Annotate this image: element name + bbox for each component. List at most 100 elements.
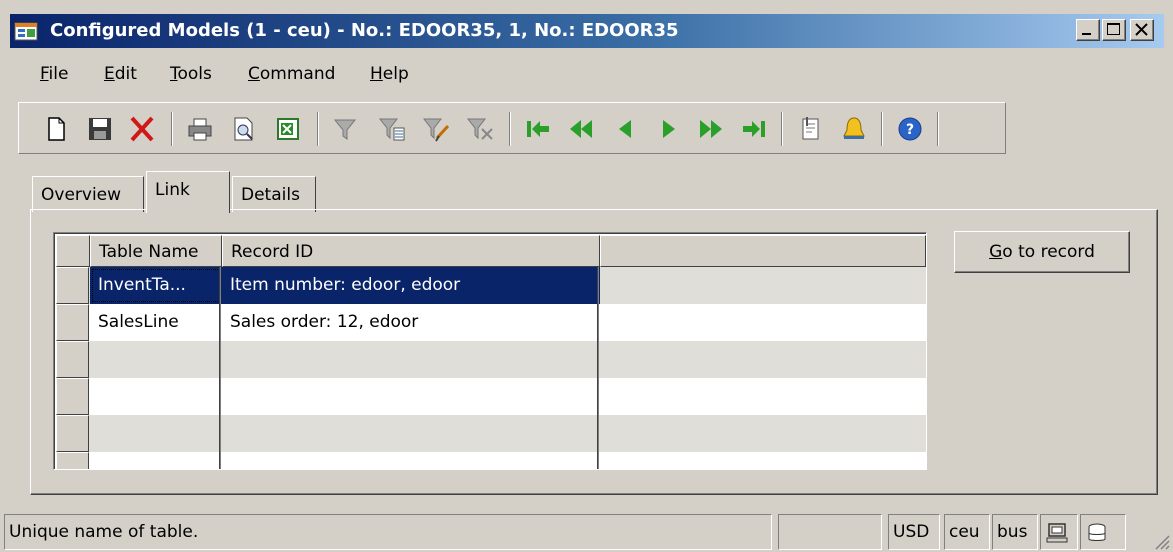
go-to-record-mnemonic: G xyxy=(989,242,1003,262)
cell-table-name[interactable] xyxy=(90,378,222,415)
print-preview-icon[interactable] xyxy=(229,114,259,144)
close-icon xyxy=(1135,23,1148,36)
toolbar-separator xyxy=(509,112,511,146)
menu-command-label: ommand xyxy=(259,64,336,84)
go-to-record-label: o to record xyxy=(1002,242,1095,262)
row-selector[interactable] xyxy=(56,452,89,469)
menu-bar: File Edit Tools Command Help xyxy=(0,58,1173,94)
minimize-button[interactable] xyxy=(1076,19,1100,41)
row-selector[interactable] xyxy=(56,415,89,452)
titlebar-gradient[interactable]: Configured Models (1 - ceu) - No.: EDOOR… xyxy=(10,14,1164,48)
menu-help-label: elp xyxy=(382,64,409,84)
maximize-icon xyxy=(1107,23,1120,35)
status-online-users[interactable] xyxy=(1040,514,1078,550)
attachments-icon[interactable] xyxy=(795,114,825,144)
previous-page-icon[interactable] xyxy=(567,114,597,144)
menu-command[interactable]: Command xyxy=(248,64,335,84)
status-layer: bus xyxy=(992,514,1038,550)
app-form-icon xyxy=(14,22,38,41)
online-users-icon xyxy=(1046,523,1068,543)
table-row[interactable] xyxy=(56,341,926,378)
row-selector[interactable] xyxy=(56,341,89,378)
status-empty-panel xyxy=(778,514,882,550)
save-icon[interactable] xyxy=(85,114,115,144)
toolbar-separator xyxy=(881,112,883,146)
grid-header: Table Name Record ID xyxy=(56,235,926,267)
new-icon[interactable] xyxy=(41,114,71,144)
status-message: Unique name of table. xyxy=(4,514,772,550)
column-header-label: Table Name xyxy=(99,242,199,262)
status-currency[interactable]: USD xyxy=(888,514,940,550)
menu-edit-mnemonic: E xyxy=(104,64,115,84)
column-header-record-id[interactable]: Record ID xyxy=(222,235,600,267)
table-row[interactable]: SalesLine Sales order: 12, edoor xyxy=(56,304,926,341)
menu-help-mnemonic: H xyxy=(370,64,383,84)
help-icon[interactable]: ? xyxy=(895,114,925,144)
tab-link-label: Link xyxy=(155,180,190,200)
toolbar-separator xyxy=(781,112,783,146)
row-selector[interactable] xyxy=(56,304,89,341)
close-button[interactable] xyxy=(1130,19,1154,41)
table-row[interactable]: InventTa... Item number: edoor, edoor xyxy=(56,267,926,304)
export-excel-icon[interactable] xyxy=(273,114,303,144)
column-divider xyxy=(597,267,599,469)
cell-record-id[interactable] xyxy=(222,378,600,415)
status-database[interactable] xyxy=(1080,514,1126,550)
next-record-icon[interactable] xyxy=(653,114,683,144)
cell-record-id[interactable]: Sales order: 12, edoor xyxy=(222,304,600,341)
menu-edit[interactable]: Edit xyxy=(104,64,137,84)
filter-icon[interactable] xyxy=(331,114,361,144)
cell-table-name[interactable] xyxy=(90,341,222,378)
print-icon[interactable] xyxy=(185,114,215,144)
cell-table-name[interactable]: InventTa... xyxy=(90,267,222,304)
first-record-icon[interactable] xyxy=(523,114,553,144)
menu-file-mnemonic: F xyxy=(40,64,49,84)
column-header-table-name[interactable]: Table Name xyxy=(90,235,222,267)
cell-record-id[interactable] xyxy=(222,415,600,452)
advanced-filter-icon[interactable] xyxy=(421,114,451,144)
grid-corner-header[interactable] xyxy=(56,235,90,267)
toolbar: ? xyxy=(18,102,1006,154)
cell-table-name[interactable] xyxy=(90,452,222,469)
toolbar-separator xyxy=(937,112,939,146)
tab-overview[interactable]: Overview xyxy=(32,176,144,212)
cell-record-id[interactable] xyxy=(222,341,600,378)
link-grid[interactable]: Table Name Record ID InventTa... Item nu… xyxy=(53,232,927,470)
resize-grip-icon[interactable] xyxy=(1150,532,1170,550)
alert-icon[interactable] xyxy=(839,114,869,144)
row-selector[interactable] xyxy=(56,267,89,304)
menu-tools-mnemonic: T xyxy=(170,64,178,84)
menu-tools-label: ools xyxy=(177,64,212,84)
delete-icon[interactable] xyxy=(127,114,157,144)
tab-details[interactable]: Details xyxy=(232,176,316,212)
menu-command-mnemonic: C xyxy=(248,64,260,84)
column-divider xyxy=(219,267,221,469)
table-row[interactable] xyxy=(56,378,926,415)
tab-overview-label: Overview xyxy=(41,185,122,205)
window-title: Configured Models (1 - ceu) - No.: EDOOR… xyxy=(50,20,679,41)
go-to-record-button[interactable]: Go to record xyxy=(954,231,1130,273)
table-row[interactable] xyxy=(56,452,926,469)
tab-link[interactable]: Link xyxy=(146,171,230,213)
cell-record-id[interactable] xyxy=(222,452,600,469)
menu-help[interactable]: Help xyxy=(370,64,409,84)
svg-text:?: ? xyxy=(906,122,914,138)
toolbar-separator xyxy=(171,112,173,146)
cell-table-name[interactable]: SalesLine xyxy=(90,304,222,341)
menu-file[interactable]: File xyxy=(40,64,68,84)
cell-record-id[interactable]: Item number: edoor, edoor xyxy=(222,267,600,304)
next-page-icon[interactable] xyxy=(695,114,725,144)
maximize-button[interactable] xyxy=(1102,19,1126,41)
filter-by-selection-icon[interactable] xyxy=(377,114,407,144)
cell-table-name[interactable] xyxy=(90,415,222,452)
minimize-icon xyxy=(1082,33,1091,35)
menu-tools[interactable]: Tools xyxy=(170,64,212,84)
remove-filter-icon[interactable] xyxy=(465,114,495,144)
menu-file-label: ile xyxy=(48,64,69,84)
last-record-icon[interactable] xyxy=(739,114,769,144)
column-header-empty[interactable] xyxy=(600,235,926,267)
previous-record-icon[interactable] xyxy=(611,114,641,144)
table-row[interactable] xyxy=(56,415,926,452)
status-company[interactable]: ceu xyxy=(944,514,990,550)
row-selector[interactable] xyxy=(56,378,89,415)
